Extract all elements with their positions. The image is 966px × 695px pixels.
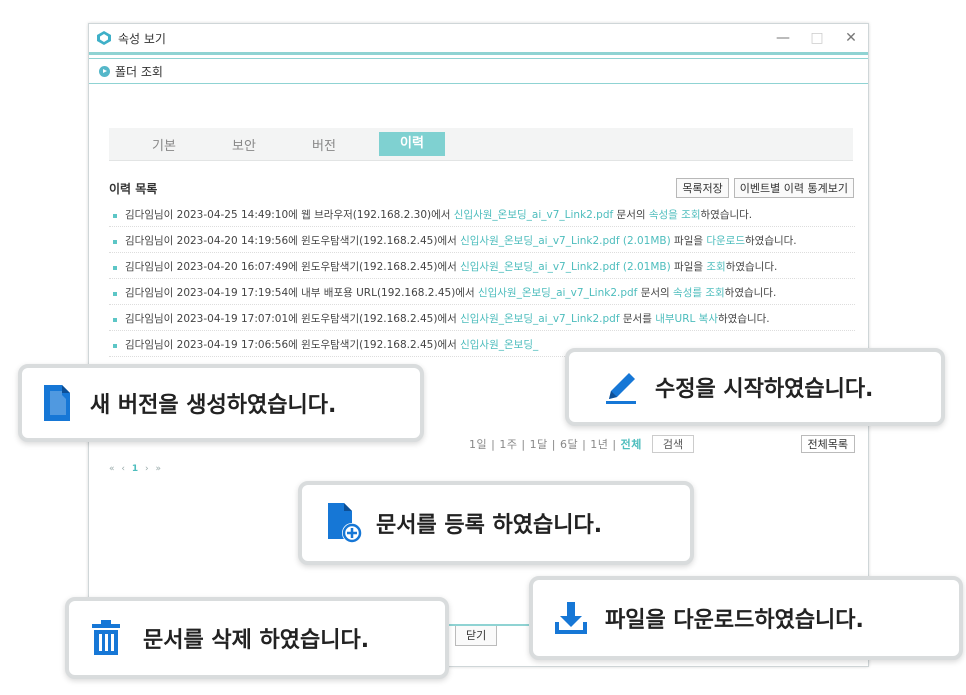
file-link[interactable]: 신입사원_온보딩_ai_v7_Link2.pdf <box>478 287 637 299</box>
section-label: 폴더 조회 <box>115 64 163 79</box>
tab-version[interactable]: 버전 <box>299 135 349 154</box>
toast-delete-text: 문서를 삭제 하였습니다. <box>143 628 370 653</box>
properties-window: 속성 보기 — □ ✕ 폴더 조회 기본 보안 버전 이력 이력 목록 목록저장… <box>88 23 869 667</box>
tab-basic[interactable]: 기본 <box>139 135 189 154</box>
prev-page-button[interactable]: ‹ <box>121 464 127 474</box>
arrow-circle-icon <box>99 65 110 77</box>
file-link[interactable]: 신입사원_온보딩_ai_v7_Link2.pdf (2.01MB) <box>460 261 671 273</box>
app-logo-icon <box>97 31 111 45</box>
tab-history[interactable]: 이력 <box>379 132 445 156</box>
period-filter[interactable]: 1일 | 1주 | 1달 | 6달 | 1년 | 전체 <box>469 436 642 452</box>
history-list-title: 이력 목록 <box>109 182 158 196</box>
file-link[interactable]: 신입사원_온보딩_ai_v7_Link2.pdf <box>460 313 619 325</box>
download-icon <box>555 602 587 634</box>
file-link[interactable]: 신입사원_온보딩_ <box>460 339 538 351</box>
tab-bar: 기본 보안 버전 이력 <box>109 128 853 161</box>
toast-download-text: 파일을 다운로드하였습니다. <box>605 608 864 633</box>
first-page-button[interactable]: « <box>109 464 117 474</box>
full-list-button[interactable]: 전체목록 <box>800 435 855 453</box>
window-title: 속성 보기 <box>118 31 166 46</box>
list-item: 김다임님이 2023-04-19 17:19:54에 내부 배포용 URL(19… <box>109 279 855 305</box>
list-item: 김다임님이 2023-04-25 14:49:10에 웹 브라우저(192.16… <box>109 201 855 227</box>
pagination: « ‹ 1 › » <box>109 464 163 474</box>
search-button[interactable]: 검색 <box>651 435 695 453</box>
toast-edit-start: 수정을 시작하였습니다. <box>565 348 945 426</box>
toast-register: 문서를 등록 하였습니다. <box>298 481 694 565</box>
toast-register-text: 문서를 등록 하였습니다. <box>376 513 603 538</box>
file-link[interactable]: 신입사원_온보딩_ai_v7_Link2.pdf (2.01MB) <box>460 235 671 247</box>
document-add-icon <box>328 503 362 543</box>
toast-new-version-text: 새 버전을 생성하였습니다. <box>90 393 337 418</box>
toast-edit-start-text: 수정을 시작하였습니다. <box>655 377 874 402</box>
section-header: 폴더 조회 <box>89 58 868 84</box>
trash-icon <box>92 620 120 655</box>
minimize-button[interactable]: — <box>766 30 800 46</box>
history-list: 김다임님이 2023-04-25 14:49:10에 웹 브라우저(192.16… <box>109 201 855 357</box>
list-item: 김다임님이 2023-04-20 14:19:56에 윈도우탐색기(192.16… <box>109 227 855 253</box>
event-stats-button[interactable]: 이벤트별 이력 통계보기 <box>733 178 854 198</box>
list-item: 김다임님이 2023-04-19 17:07:01에 윈도우탐색기(192.16… <box>109 305 855 331</box>
current-page[interactable]: 1 <box>132 464 140 474</box>
close-window-button[interactable]: ✕ <box>834 30 868 46</box>
save-list-button[interactable]: 목록저장 <box>676 178 729 198</box>
list-item: 김다임님이 2023-04-20 16:07:49에 윈도우탐색기(192.16… <box>109 253 855 279</box>
document-copy-icon <box>44 385 70 421</box>
file-link[interactable]: 신입사원_온보딩_ai_v7_Link2.pdf <box>454 209 613 221</box>
toast-new-version: 새 버전을 생성하였습니다. <box>18 364 424 442</box>
maximize-button[interactable]: □ <box>800 30 834 46</box>
next-page-button[interactable]: › <box>145 464 151 474</box>
tab-security[interactable]: 보안 <box>219 135 269 154</box>
title-bar: 속성 보기 — □ ✕ <box>89 24 868 55</box>
pencil-icon <box>606 373 636 404</box>
toast-delete: 문서를 삭제 하였습니다. <box>65 597 449 679</box>
toast-download: 파일을 다운로드하였습니다. <box>529 576 963 660</box>
last-page-button[interactable]: » <box>156 464 164 474</box>
